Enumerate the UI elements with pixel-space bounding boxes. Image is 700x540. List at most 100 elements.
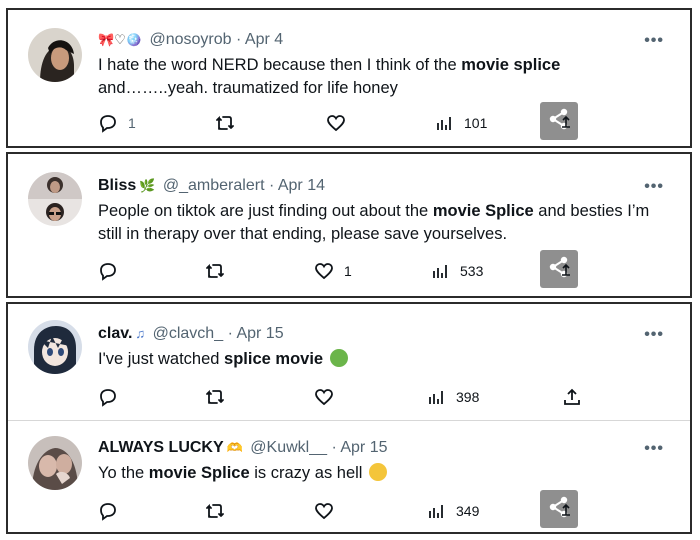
tweet-actions: 349 <box>8 490 690 528</box>
views-icon <box>428 502 446 520</box>
separator: · <box>268 177 275 194</box>
handle[interactable]: @nosoyrob <box>149 31 231 48</box>
tweet-text: I've just watched splice movie <box>98 348 618 371</box>
avatar[interactable] <box>28 172 82 226</box>
views-button[interactable]: 101 <box>436 108 487 138</box>
avatar[interactable] <box>28 28 82 82</box>
views-count: 349 <box>456 503 480 519</box>
tweet-text-part: Yo the <box>98 464 149 482</box>
tweet-text-bold: movie splice <box>461 56 561 74</box>
tweet-4[interactable]: ALWAYS LUCKY 🫶 @Kuwkl__ · Apr 15 ••• Yo t… <box>8 420 690 534</box>
share-icon <box>545 105 573 138</box>
name-emoji: 🌿 <box>139 178 156 193</box>
reply-button[interactable] <box>98 382 118 412</box>
tweet-text-part: People on tiktok are just finding out ab… <box>98 202 433 220</box>
retweet-button[interactable] <box>204 256 226 286</box>
retweet-icon <box>204 501 226 521</box>
date[interactable]: Apr 15 <box>340 439 387 456</box>
like-button[interactable] <box>326 108 346 138</box>
avatar[interactable] <box>28 320 82 374</box>
tweet-header: ALWAYS LUCKY 🫶 @Kuwkl__ · Apr 15 <box>98 438 388 458</box>
views-count: 398 <box>456 389 480 405</box>
display-name[interactable]: Bliss <box>98 177 136 194</box>
sick-face-emoji <box>329 349 348 367</box>
share-button[interactable] <box>562 382 582 412</box>
views-icon <box>432 262 450 280</box>
separator: · <box>331 439 337 456</box>
reply-icon <box>98 501 118 521</box>
heart-icon <box>314 387 334 407</box>
reply-icon <box>98 261 118 281</box>
retweet-icon <box>204 387 226 407</box>
more-options-button[interactable]: ••• <box>644 440 664 458</box>
display-name[interactable]: clav. <box>98 325 132 342</box>
avatar[interactable] <box>28 436 82 490</box>
tweet-text-part: is crazy as hell <box>249 464 363 482</box>
retweet-button[interactable] <box>204 382 226 412</box>
views-button[interactable]: 349 <box>428 496 479 526</box>
display-name[interactable]: ALWAYS LUCKY <box>98 439 224 456</box>
reply-button[interactable] <box>98 256 118 286</box>
name-emoji: 🫶 <box>226 440 243 455</box>
like-button[interactable] <box>314 382 334 412</box>
tweet-text-part: I hate the word NERD because then I thin… <box>98 56 462 74</box>
reply-icon <box>98 387 118 407</box>
tweet-text-part: and……..yeah. traumatized for life honey <box>98 79 398 97</box>
retweet-icon <box>204 261 226 281</box>
tweet-text: Yo the movie Splice is crazy as hell <box>98 462 618 485</box>
woozy-face-emoji <box>369 463 388 481</box>
share-icon <box>545 253 573 286</box>
more-options-button[interactable]: ••• <box>644 178 664 196</box>
views-count: 533 <box>460 263 484 279</box>
tweet-1[interactable]: 🎀♡🪩 @nosoyrob · Apr 4 ••• I hate the wor… <box>8 10 690 150</box>
share-icon <box>545 493 573 526</box>
separator: · <box>236 31 242 48</box>
reply-count: 1 <box>128 115 136 131</box>
name-emoji: ♫ <box>135 326 146 341</box>
handle[interactable]: @clavch_ <box>153 325 224 342</box>
heart-icon <box>326 113 346 133</box>
tweet-text-bold: splice movie <box>224 350 324 368</box>
reply-button[interactable]: 1 <box>98 108 136 138</box>
reply-button[interactable] <box>98 496 118 526</box>
tweet-text-bold: movie Splice <box>148 464 250 482</box>
retweet-button[interactable] <box>214 108 236 138</box>
tweet-actions: 1 101 <box>8 102 690 140</box>
views-icon <box>428 388 446 406</box>
tweet-header: Bliss 🌿 @_amberalert · Apr 14 <box>98 176 325 196</box>
share-button[interactable] <box>540 250 578 288</box>
tweet-3[interactable]: clav. ♫ @clavch_ · Apr 15 ••• I've just w… <box>8 304 690 420</box>
date[interactable]: Apr 14 <box>278 177 325 194</box>
share-button[interactable] <box>540 102 578 140</box>
heart-icon <box>314 261 334 281</box>
date[interactable]: Apr 15 <box>236 325 283 342</box>
handle[interactable]: @_amberalert <box>163 177 265 194</box>
tweet-text: I hate the word NERD because then I thin… <box>98 54 618 100</box>
handle[interactable]: @Kuwkl__ <box>250 439 327 456</box>
tweet-text-part: I've just watched <box>98 350 225 368</box>
views-button[interactable]: 398 <box>428 382 479 412</box>
tweet-2[interactable]: Bliss 🌿 @_amberalert · Apr 14 ••• People … <box>8 154 690 300</box>
views-button[interactable]: 533 <box>432 256 483 286</box>
views-count: 101 <box>464 115 488 131</box>
like-button[interactable]: 1 <box>314 256 352 286</box>
share-icon <box>562 387 582 407</box>
tweet-actions: 398 <box>8 382 690 412</box>
name-emoji: 🎀♡🪩 <box>98 32 143 47</box>
like-button[interactable] <box>314 496 334 526</box>
tweet-header: 🎀♡🪩 @nosoyrob · Apr 4 <box>98 30 283 50</box>
tweet-card-2: Bliss 🌿 @_amberalert · Apr 14 ••• People … <box>6 152 692 298</box>
date[interactable]: Apr 4 <box>245 31 283 48</box>
retweet-icon <box>214 113 236 133</box>
tweet-card-1: 🎀♡🪩 @nosoyrob · Apr 4 ••• I hate the wor… <box>6 8 692 148</box>
retweet-button[interactable] <box>204 496 226 526</box>
tweet-text: People on tiktok are just finding out ab… <box>98 200 658 246</box>
share-button[interactable] <box>540 490 578 528</box>
more-options-button[interactable]: ••• <box>644 32 664 50</box>
more-options-button[interactable]: ••• <box>644 326 664 344</box>
tweet-text-bold: movie Splice <box>432 202 534 220</box>
tweet-actions: 1 533 <box>8 250 690 288</box>
heart-icon <box>314 501 334 521</box>
like-count: 1 <box>344 263 352 279</box>
reply-icon <box>98 113 118 133</box>
